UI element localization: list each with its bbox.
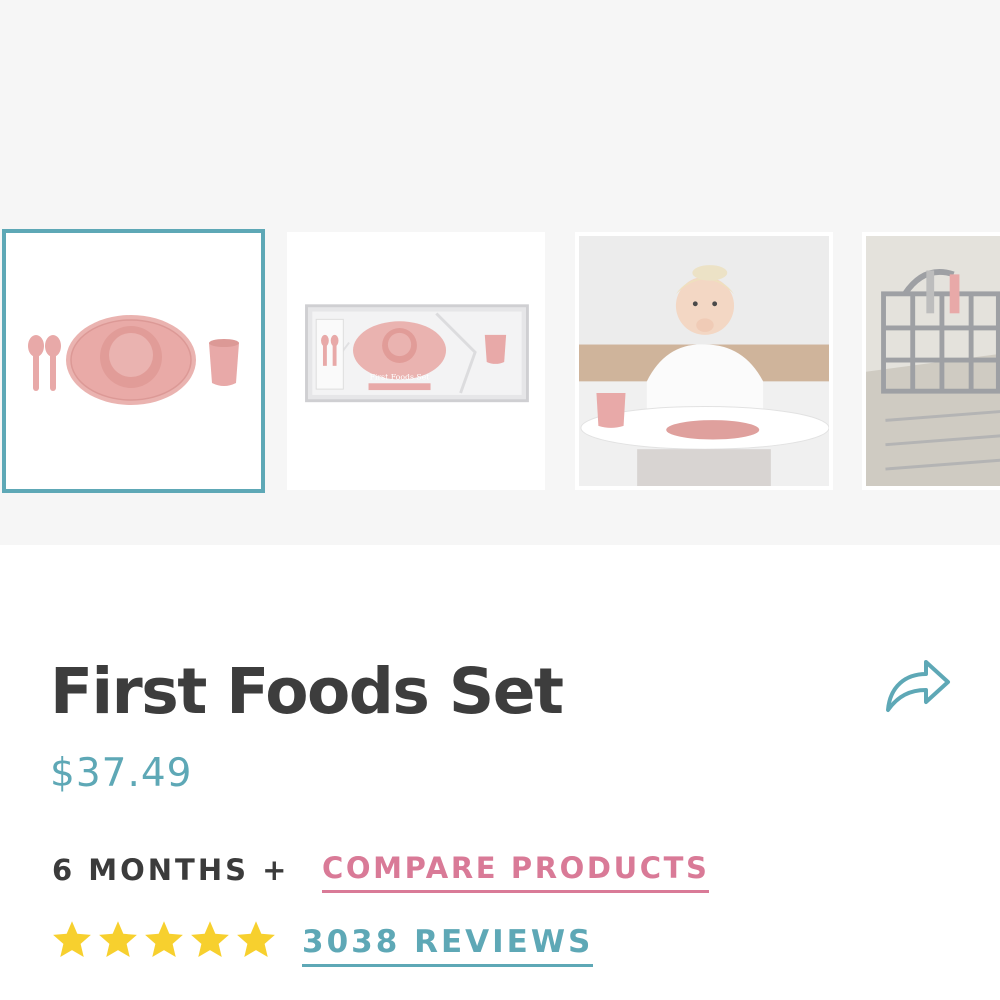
share-arrow-icon [886, 660, 950, 712]
product-set-image [6, 233, 261, 489]
packaging-image: First Foods Set [291, 236, 541, 486]
baby-highchair-image [579, 236, 829, 486]
compare-products-link[interactable]: COMPARE PRODUCTS [322, 850, 710, 893]
box-label: First Foods Set [370, 372, 431, 381]
star-icon [53, 921, 91, 958]
star-icon [145, 921, 183, 958]
product-title: First Foods Set [50, 655, 564, 728]
age-range-label: 6 MONTHS + [52, 853, 290, 887]
dishwasher-image [866, 236, 1000, 486]
gallery-thumbnail-4[interactable] [862, 232, 1000, 490]
reviews-link[interactable]: 3038 REVIEWS [302, 924, 594, 967]
gallery-thumbnail-1-selected[interactable] [2, 229, 265, 493]
gallery-thumbnail-3[interactable] [575, 232, 833, 490]
star-icon [99, 921, 137, 958]
star-icon [237, 921, 275, 958]
product-page: First Foods Set First Foods Set $37.49 6… [0, 0, 1000, 1000]
image-gallery: First Foods Set [0, 0, 1000, 545]
gallery-thumbnail-2[interactable]: First Foods Set [287, 232, 545, 490]
product-price: $37.49 [50, 751, 193, 796]
share-button[interactable] [880, 648, 954, 718]
star-rating [50, 918, 278, 968]
star-icon [191, 921, 229, 958]
